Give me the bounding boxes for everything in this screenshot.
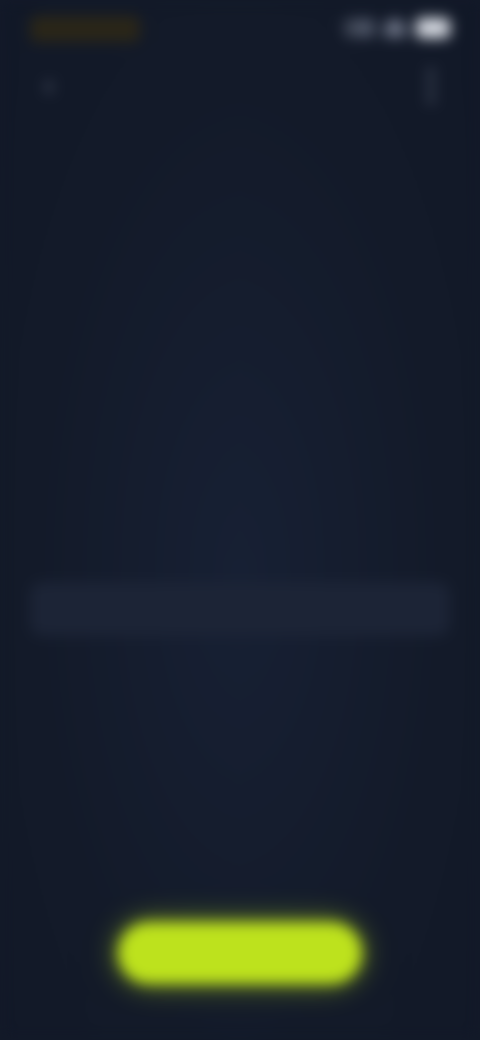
status-bar	[0, 0, 480, 62]
header: ‹	[0, 62, 480, 112]
status-time	[30, 16, 140, 42]
wifi-icon	[384, 19, 406, 37]
page-title	[180, 72, 300, 100]
battery-icon	[416, 18, 450, 38]
signal-icon	[344, 19, 374, 37]
menu-dot	[428, 96, 434, 103]
info-headline	[40, 536, 440, 566]
more-vertical-icon[interactable]	[416, 66, 446, 106]
info-label	[160, 488, 320, 512]
blurred-screen: ‹	[0, 0, 480, 1040]
menu-dot	[428, 82, 434, 89]
chevron-left-icon[interactable]: ‹	[34, 70, 64, 100]
status-icons	[344, 18, 450, 38]
menu-dot	[428, 69, 434, 76]
info-card	[30, 582, 450, 636]
primary-button[interactable]	[118, 922, 362, 984]
